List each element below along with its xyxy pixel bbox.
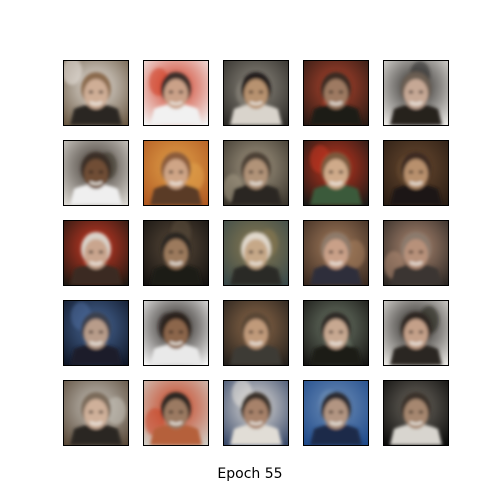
sample-image-2 bbox=[143, 60, 209, 126]
sample-image-1 bbox=[63, 60, 129, 126]
sample-image-9 bbox=[303, 140, 369, 206]
sample-image-12 bbox=[143, 220, 209, 286]
sample-image-24 bbox=[303, 380, 369, 446]
sample-image-21 bbox=[63, 380, 129, 446]
sample-image-17 bbox=[143, 300, 209, 366]
epoch-caption: Epoch 55 bbox=[217, 466, 283, 482]
sample-image-7 bbox=[143, 140, 209, 206]
sample-image-23 bbox=[223, 380, 289, 446]
sample-image-8 bbox=[223, 140, 289, 206]
sample-image-16 bbox=[63, 300, 129, 366]
sample-grid bbox=[0, 0, 500, 460]
sample-image-18 bbox=[223, 300, 289, 366]
sample-image-25 bbox=[383, 380, 449, 446]
sample-image-10 bbox=[383, 140, 449, 206]
sample-image-22 bbox=[143, 380, 209, 446]
sample-image-6 bbox=[63, 140, 129, 206]
sample-image-4 bbox=[303, 60, 369, 126]
sample-image-11 bbox=[63, 220, 129, 286]
sample-image-13 bbox=[223, 220, 289, 286]
sample-image-19 bbox=[303, 300, 369, 366]
sample-image-5 bbox=[383, 60, 449, 126]
sample-image-3 bbox=[223, 60, 289, 126]
sample-image-14 bbox=[303, 220, 369, 286]
sample-image-20 bbox=[383, 300, 449, 366]
sample-image-15 bbox=[383, 220, 449, 286]
